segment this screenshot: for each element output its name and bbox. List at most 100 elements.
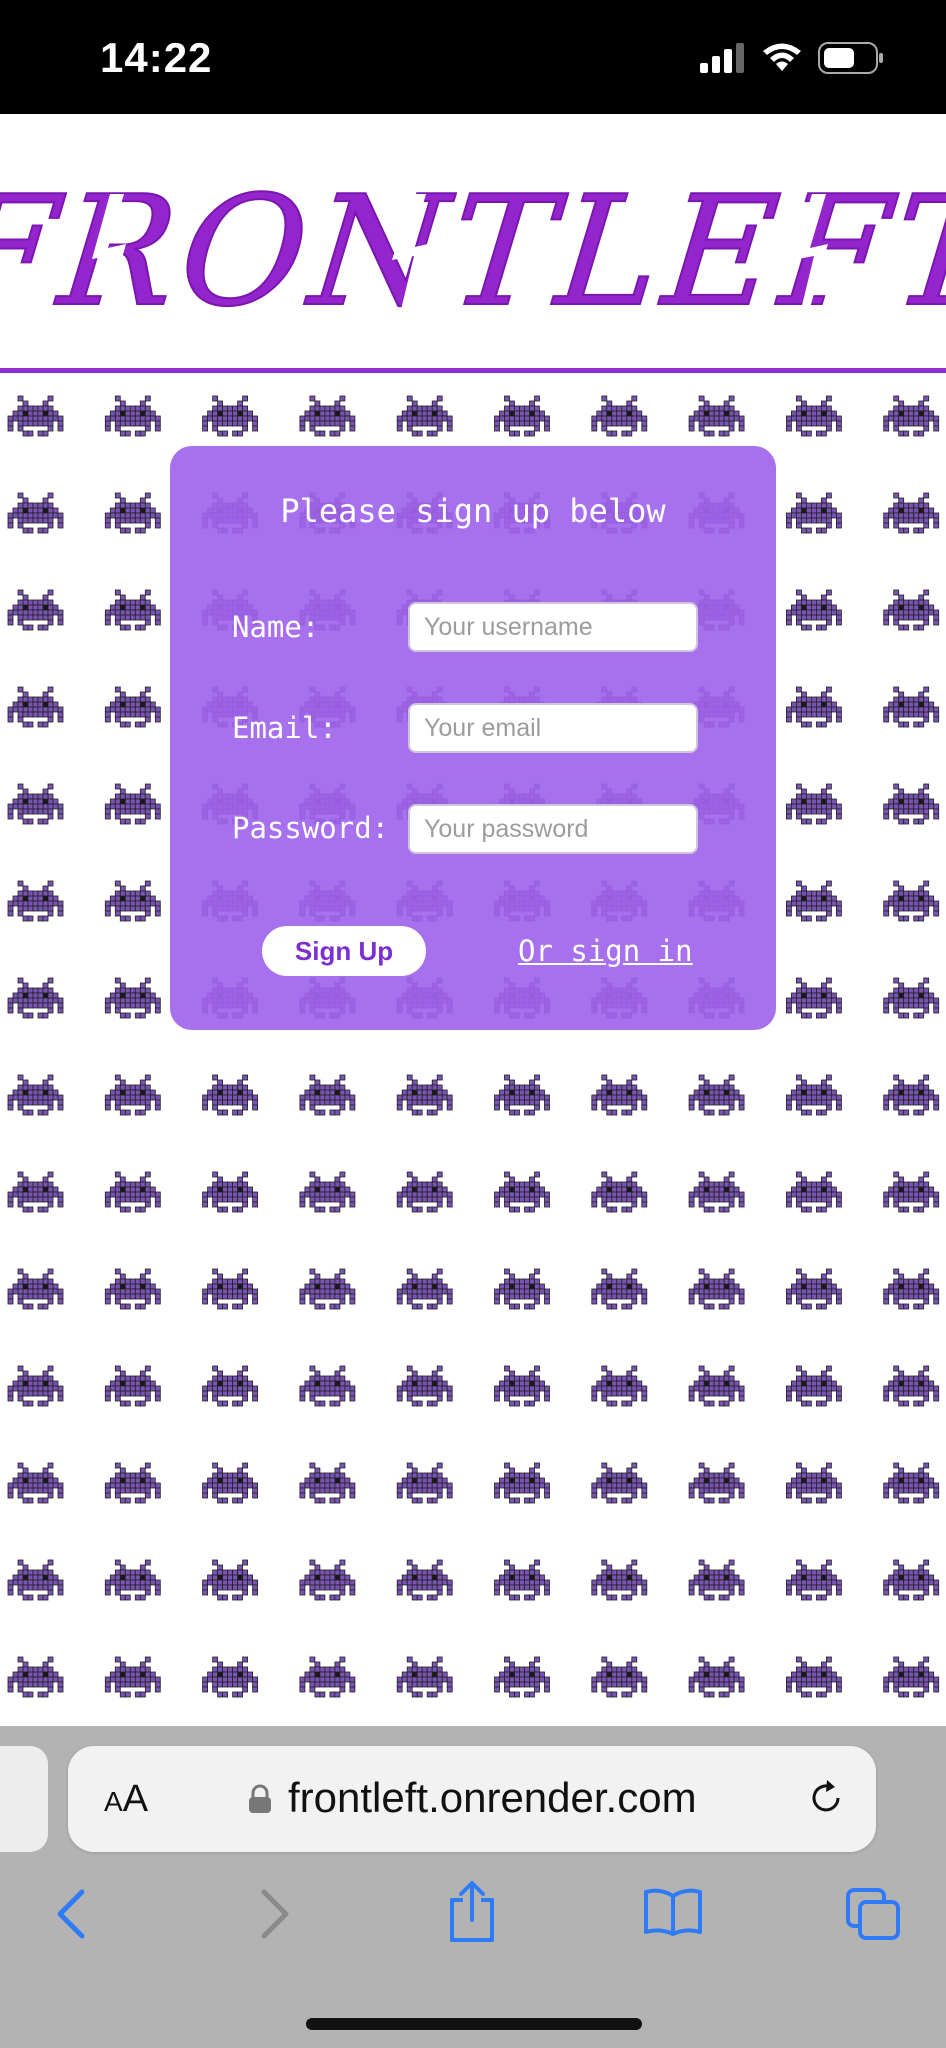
status-icons [700, 42, 884, 74]
space-invader-icon [883, 880, 940, 922]
space-invader-icon [202, 1365, 259, 1407]
space-invader-icon [883, 1365, 940, 1407]
space-invader-icon [786, 1656, 842, 1698]
back-icon[interactable] [50, 1886, 94, 1942]
tabs-icon[interactable] [844, 1886, 904, 1942]
space-invader-icon [7, 492, 64, 534]
space-invader-icon [786, 977, 842, 1019]
space-invader-icon [494, 1559, 550, 1601]
space-invader-icon [494, 1268, 550, 1310]
space-invader-icon [786, 686, 842, 728]
battery-icon [818, 42, 883, 74]
space-invader-icon [7, 880, 64, 922]
space-invader-icon [299, 1171, 356, 1213]
space-invader-icon [688, 1268, 745, 1310]
space-invader-icon [688, 1365, 745, 1407]
home-indicator [306, 2018, 642, 2030]
browser-toolbar [0, 1881, 946, 1966]
space-invader-icon [104, 1462, 161, 1504]
space-invader-icon [688, 1656, 745, 1698]
space-invader-icon [786, 395, 842, 437]
space-invader-icon [299, 1268, 356, 1310]
space-invader-icon [786, 1171, 842, 1213]
space-invader-icon [202, 1171, 259, 1213]
space-invader-icon [104, 395, 161, 437]
space-invader-icon [104, 1074, 161, 1116]
email-input[interactable] [408, 703, 698, 753]
space-invader-icon [104, 1656, 161, 1698]
space-invader-icon [7, 1462, 64, 1504]
space-invader-icon [396, 1074, 453, 1116]
space-invader-icon [396, 1462, 453, 1504]
signup-card: Please sign up below Name: Email: Passwo… [170, 446, 776, 1030]
space-invader-icon [299, 1462, 356, 1504]
space-invader-icon [883, 977, 940, 1019]
bookmarks-icon[interactable] [642, 1886, 704, 1938]
previous-tab-stub[interactable] [0, 1746, 48, 1852]
space-invader-icon [7, 1171, 64, 1213]
email-label: Email: [232, 711, 337, 745]
space-invader-icon [494, 1171, 550, 1213]
space-invader-icon [104, 589, 161, 631]
space-invader-icon [396, 1268, 453, 1310]
space-invader-icon [494, 395, 550, 437]
space-invader-icon [299, 395, 356, 437]
space-invader-icon [883, 1559, 940, 1601]
lock-icon [249, 1784, 271, 1813]
password-input[interactable] [408, 804, 698, 854]
space-invader-icon [883, 395, 940, 437]
space-invader-icon [104, 977, 161, 1019]
forward-icon[interactable] [252, 1886, 296, 1942]
space-invader-icon [202, 1559, 259, 1601]
space-invader-icon [883, 1656, 940, 1698]
space-invader-icon [494, 1365, 550, 1407]
space-invader-icon [104, 1171, 161, 1213]
cellular-signal-icon [700, 43, 744, 73]
space-invader-icon [7, 686, 64, 728]
space-invader-icon [688, 1559, 745, 1601]
sign-in-link[interactable]: Or sign in [518, 934, 693, 968]
space-invader-icon [688, 395, 745, 437]
space-invader-icon [591, 1268, 648, 1310]
address-bar[interactable]: AA frontleft.onrender.com [68, 1746, 876, 1852]
space-invader-icon [202, 395, 259, 437]
space-invader-icon [202, 1462, 259, 1504]
space-invader-icon [591, 1074, 648, 1116]
space-invader-icon [591, 1559, 648, 1601]
password-label: Password: [232, 811, 390, 845]
space-invader-icon [688, 1171, 745, 1213]
space-invader-icon [299, 1074, 356, 1116]
space-invader-icon [104, 1559, 161, 1601]
space-invader-icon [7, 783, 64, 825]
space-invader-icon [494, 1462, 550, 1504]
wifi-icon [763, 43, 801, 71]
frontleft-logo[interactable]: FRONTLEFT [0, 164, 946, 334]
url-text[interactable]: frontleft.onrender.com [288, 1774, 697, 1822]
space-invader-icon [104, 1365, 161, 1407]
space-invader-icon [7, 395, 64, 437]
space-invader-icon [299, 1656, 356, 1698]
reload-icon[interactable] [806, 1778, 846, 1818]
text-size-button[interactable]: AA [104, 1778, 148, 1821]
space-invader-icon [786, 783, 842, 825]
space-invader-icon [104, 686, 161, 728]
space-invader-icon [786, 1268, 842, 1310]
sign-up-button[interactable]: Sign Up [262, 926, 426, 976]
space-invader-icon [591, 1656, 648, 1698]
space-invader-icon [396, 1559, 453, 1601]
space-invader-icon [7, 1268, 64, 1310]
share-icon[interactable] [446, 1880, 498, 1944]
text-size-big-label: A [122, 1778, 149, 1820]
signup-title: Please sign up below [280, 492, 666, 530]
name-input[interactable] [408, 602, 698, 652]
space-invader-icon [202, 1074, 259, 1116]
space-invader-icon [786, 1462, 842, 1504]
space-invader-icon [494, 1074, 550, 1116]
space-invader-icon [786, 880, 842, 922]
space-invader-icon [7, 1365, 64, 1407]
space-invader-icon [7, 1559, 64, 1601]
space-invader-icon [299, 1559, 356, 1601]
space-invader-icon [591, 1171, 648, 1213]
browser-chrome: AA frontleft.onrender.com [0, 1726, 946, 2048]
space-invader-icon [883, 492, 940, 534]
